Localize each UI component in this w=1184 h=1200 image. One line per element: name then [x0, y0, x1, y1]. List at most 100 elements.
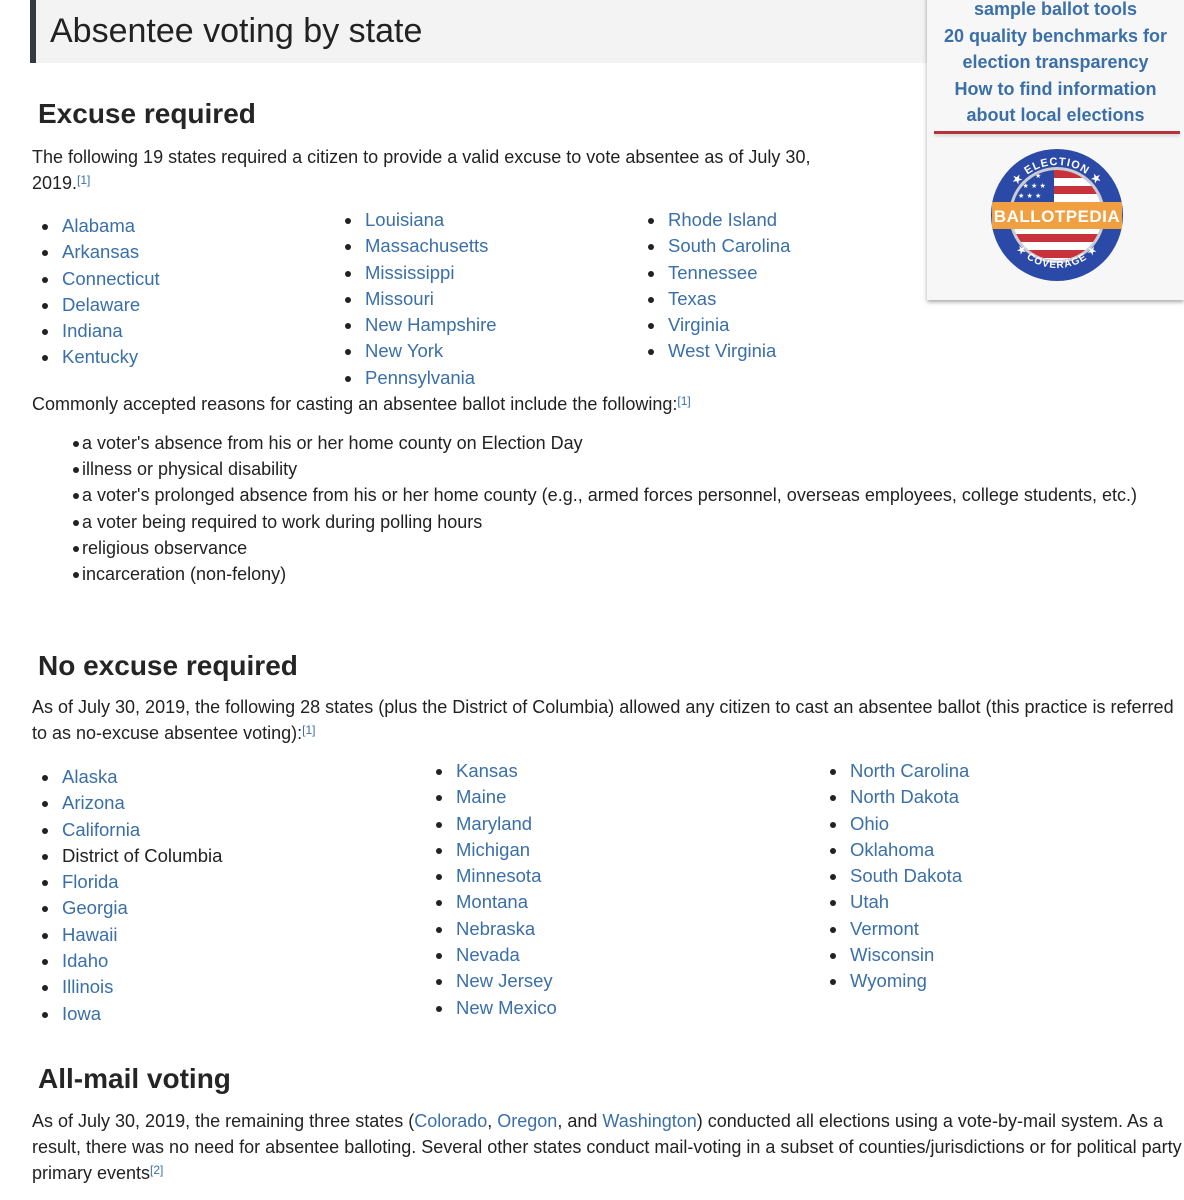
state-link-north-dakota[interactable]: North Dakota [850, 786, 959, 807]
state-link-alaska[interactable]: Alaska [62, 766, 118, 787]
state-link-wisconsin[interactable]: Wisconsin [850, 944, 934, 965]
state-link-illinois[interactable]: Illinois [62, 976, 113, 997]
state-link-texas[interactable]: Texas [668, 288, 716, 309]
state-list-item: Arizona [32, 790, 222, 816]
state-link-arizona[interactable]: Arizona [62, 792, 125, 813]
all-mail-text: As of July 30, 2019, the remaining three… [32, 1108, 1184, 1186]
state-link-wyoming[interactable]: Wyoming [850, 970, 927, 991]
state-link-oregon[interactable]: Oregon [497, 1111, 557, 1131]
state-link-michigan[interactable]: Michigan [456, 839, 530, 860]
state-link-rhode-island[interactable]: Rhode Island [668, 209, 777, 230]
state-link-new-jersey[interactable]: New Jersey [456, 970, 553, 991]
state-list-item: Wisconsin [820, 942, 969, 968]
citation: [2] [150, 1163, 163, 1177]
page-title: Absentee voting by state [30, 0, 930, 63]
sidebar-divider [934, 131, 1180, 134]
state-list-item: Illinois [32, 974, 222, 1000]
excuse-states-column-3: Rhode Island South Carolina Tennessee Texas… [638, 207, 790, 365]
sidebar-link-sample-ballot-tools[interactable]: sample ballot tools [927, 0, 1184, 23]
state-list-item: New Jersey [426, 968, 557, 994]
state-link-maine[interactable]: Maine [456, 786, 506, 807]
citation: [1] [302, 723, 315, 737]
sidebar-link-find-information[interactable]: How to find information [927, 76, 1184, 103]
state-link-california[interactable]: California [62, 819, 140, 840]
state-link-minnesota[interactable]: Minnesota [456, 865, 541, 886]
state-list-item: District of Columbia [32, 843, 222, 869]
state-link-kentucky[interactable]: Kentucky [62, 346, 138, 367]
state-link-iowa[interactable]: Iowa [62, 1003, 101, 1024]
reason-list-item: incarceration (non-felony) [42, 561, 1182, 587]
state-link-new-mexico[interactable]: New Mexico [456, 997, 557, 1018]
reason-list-item: a voter's absence from his or her home c… [42, 430, 1182, 456]
state-list-item: Montana [426, 889, 557, 915]
state-list-item: Connecticut [32, 266, 160, 292]
state-link-connecticut[interactable]: Connecticut [62, 268, 160, 289]
state-list-item: Hawaii [32, 922, 222, 948]
state-link-florida[interactable]: Florida [62, 871, 119, 892]
state-link-virginia[interactable]: Virginia [668, 314, 729, 335]
state-link-maryland[interactable]: Maryland [456, 813, 532, 834]
sidebar-link-election-transparency[interactable]: election transparency [927, 49, 1184, 76]
state-list-item: New Mexico [426, 995, 557, 1021]
separator: , and [557, 1111, 603, 1131]
reasons-intro-text: Commonly accepted reasons for casting an… [32, 394, 678, 414]
state-link-south-carolina[interactable]: South Carolina [668, 235, 790, 256]
state-list-item: Arkansas [32, 239, 160, 265]
state-list-item: Indiana [32, 318, 160, 344]
state-list-item: Texas [638, 286, 790, 312]
state-link-hawaii[interactable]: Hawaii [62, 924, 118, 945]
state-list-item: Virginia [638, 312, 790, 338]
state-link-massachusetts[interactable]: Massachusetts [365, 235, 488, 256]
state-link-mississippi[interactable]: Mississippi [365, 262, 454, 283]
state-link-georgia[interactable]: Georgia [62, 897, 128, 918]
sidebar-link-quality-benchmarks[interactable]: 20 quality benchmarks for [927, 23, 1184, 50]
state-link-nevada[interactable]: Nevada [456, 944, 520, 965]
state-link-montana[interactable]: Montana [456, 891, 528, 912]
sidebar-link-local-elections[interactable]: about local elections [927, 102, 1184, 129]
no-excuse-intro-text: As of July 30, 2019, the following 28 st… [32, 697, 1174, 743]
state-list-item: Alabama [32, 213, 160, 239]
state-link-south-dakota[interactable]: South Dakota [850, 865, 962, 886]
state-link-colorado[interactable]: Colorado [414, 1111, 487, 1131]
citation-link[interactable]: [1] [77, 173, 90, 187]
reason-list-item: religious observance [42, 535, 1182, 561]
heading-excuse-required: Excuse required [38, 98, 256, 129]
state-list-item: Delaware [32, 292, 160, 318]
state-link-washington[interactable]: Washington [602, 1111, 696, 1131]
state-list-item: Idaho [32, 948, 222, 974]
state-list-item: Wyoming [820, 968, 969, 994]
citation-link[interactable]: [2] [150, 1163, 163, 1177]
state-link-indiana[interactable]: Indiana [62, 320, 123, 341]
state-list-item: Kansas [426, 758, 557, 784]
citation-link[interactable]: [1] [302, 723, 315, 737]
svg-text:★ ★ ★: ★ ★ ★ [1018, 192, 1041, 200]
state-link-delaware[interactable]: Delaware [62, 294, 140, 315]
state-link-idaho[interactable]: Idaho [62, 950, 108, 971]
state-link-kansas[interactable]: Kansas [456, 760, 518, 781]
state-link-missouri[interactable]: Missouri [365, 288, 434, 309]
state-link-new-hampshire[interactable]: New Hampshire [365, 314, 497, 335]
state-link-new-york[interactable]: New York [365, 340, 443, 361]
state-link-utah[interactable]: Utah [850, 891, 889, 912]
citation-link[interactable]: [1] [677, 394, 690, 408]
state-link-alabama[interactable]: Alabama [62, 215, 135, 236]
state-link-vermont[interactable]: Vermont [850, 918, 919, 939]
state-link-ohio[interactable]: Ohio [850, 813, 889, 834]
reason-list-item: a voter's prolonged absence from his or … [42, 482, 1182, 508]
all-mail-text-part: As of July 30, 2019, the remaining three… [32, 1111, 415, 1131]
no-excuse-intro: As of July 30, 2019, the following 28 st… [32, 694, 1182, 746]
state-link-arkansas[interactable]: Arkansas [62, 241, 139, 262]
ballotpedia-election-coverage-logo[interactable]: ★ ★ ★ ★ ★ ★ ★ ★ ★ ★ ★ ELECTION ★ ★ COVER… [982, 145, 1132, 285]
no-excuse-states-column-1: Alaska Arizona California District of Colum… [32, 764, 222, 1027]
state-link-nebraska[interactable]: Nebraska [456, 918, 535, 939]
state-link-pennsylvania[interactable]: Pennsylvania [365, 367, 475, 388]
state-list-item: New Hampshire [335, 312, 497, 338]
state-link-west-virginia[interactable]: West Virginia [668, 340, 776, 361]
state-link-oklahoma[interactable]: Oklahoma [850, 839, 934, 860]
state-link-north-carolina[interactable]: North Carolina [850, 760, 969, 781]
state-list-item: California [32, 817, 222, 843]
state-list-item: North Dakota [820, 784, 969, 810]
state-link-louisiana[interactable]: Louisiana [365, 209, 444, 230]
state-list-item: New York [335, 338, 497, 364]
state-link-tennessee[interactable]: Tennessee [668, 262, 757, 283]
